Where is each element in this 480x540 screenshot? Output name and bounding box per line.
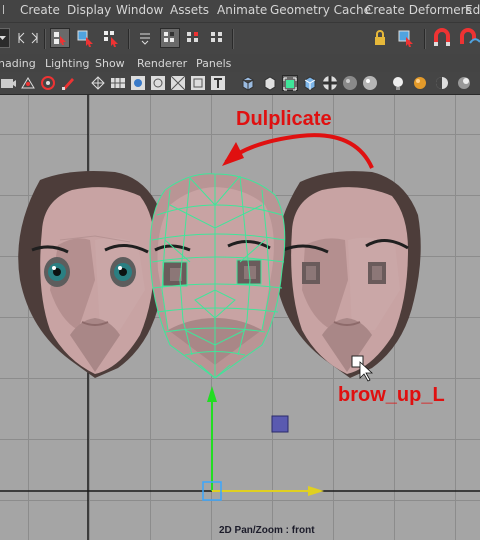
menu-lighting[interactable]: Lighting	[45, 57, 89, 70]
head-left-textured[interactable]	[18, 171, 166, 378]
wireframe-icon[interactable]	[90, 75, 106, 91]
menu-create[interactable]: Create	[20, 3, 60, 17]
snap-to-grid-magnet-icon[interactable]	[432, 28, 452, 48]
main-menu-bar: File Create Display Window Assets Animat…	[0, 0, 480, 22]
sphere-shaded-icon[interactable]	[362, 75, 378, 91]
points-mask-icon[interactable]	[184, 28, 204, 48]
expand-arrow-icon[interactable]	[30, 28, 40, 48]
select-highlight-icon[interactable]	[396, 28, 416, 48]
menu-edit-truncated[interactable]: Edi	[465, 3, 480, 17]
maya-window: File Create Display Window Assets Animat…	[0, 0, 480, 540]
image-plane-icon[interactable]	[60, 75, 76, 91]
lines-mask-icon[interactable]	[208, 28, 228, 48]
select-mask-arrow-icon[interactable]	[136, 28, 156, 48]
menu-assets[interactable]: Assets	[170, 3, 209, 17]
head-center-selected-wireframe[interactable]	[149, 173, 286, 379]
menu-shading[interactable]: hading	[0, 57, 36, 70]
camera-attributes-icon[interactable]	[20, 75, 36, 91]
cube-wireframe-icon[interactable]	[240, 75, 256, 91]
sphere-gray-icon[interactable]	[342, 75, 358, 91]
select-by-object-icon[interactable]	[76, 28, 96, 48]
checker-ball-icon[interactable]	[322, 75, 338, 91]
panel-menu-bar: hading Lighting Show Renderer Panels	[0, 54, 480, 72]
move-manipulator[interactable]	[202, 386, 324, 501]
lights-icon[interactable]	[390, 75, 406, 91]
ambient-occlusion-icon[interactable]	[456, 75, 472, 91]
select-by-component-icon[interactable]	[102, 28, 122, 48]
annotation-brow-label: brow_up_L	[338, 384, 445, 406]
safe-action-icon[interactable]	[170, 75, 186, 91]
isolate-select-icon[interactable]	[282, 75, 298, 91]
menu-create-deformers[interactable]: Create Deformers	[365, 3, 472, 17]
collapse-arrow-icon[interactable]	[16, 28, 26, 48]
duplicate-arrowhead	[222, 142, 244, 166]
shadows-icon[interactable]	[412, 75, 428, 91]
viewport-scene	[0, 95, 480, 540]
bookmark-icon[interactable]	[40, 75, 56, 91]
annotation-duplicate-label: Dulplicate	[236, 108, 332, 130]
resolution-gate-icon[interactable]	[130, 75, 146, 91]
head-right-duplicate[interactable]	[275, 171, 421, 378]
duplicate-arrow	[224, 133, 374, 169]
component-mode-icon[interactable]	[160, 28, 180, 48]
cube-smooth-shade-icon[interactable]	[262, 75, 278, 91]
menu-renderer[interactable]: Renderer	[137, 57, 187, 70]
viewport-camera-label: 2D Pan/Zoom : front	[219, 525, 315, 536]
lock-icon[interactable]	[370, 28, 390, 48]
camera-select-icon[interactable]	[0, 75, 16, 91]
text-icon[interactable]	[210, 75, 226, 91]
field-chart-icon[interactable]	[150, 75, 166, 91]
panel-toolbar	[0, 72, 480, 95]
menu-animate[interactable]: Animate	[217, 3, 267, 17]
pivot-handle[interactable]	[271, 415, 289, 433]
menu-panels[interactable]: Panels	[196, 57, 231, 70]
status-line	[0, 22, 480, 56]
menu-window[interactable]: Window	[116, 3, 163, 17]
menu-show[interactable]: Show	[95, 57, 125, 70]
snap-to-curve-magnet-icon[interactable]	[458, 28, 480, 48]
menu-display[interactable]: Display	[67, 3, 111, 17]
menu-geometry-cache[interactable]: Geometry Cache	[270, 3, 371, 17]
half-sphere-icon[interactable]	[434, 75, 450, 91]
menu-file[interactable]: File	[2, 3, 4, 17]
film-gate-icon[interactable]	[190, 75, 206, 91]
grid-icon[interactable]	[110, 75, 126, 91]
select-by-hierarchy-icon[interactable]	[50, 28, 70, 48]
menu-set-dropdown[interactable]	[0, 28, 10, 48]
front-viewport[interactable]	[0, 95, 480, 540]
cube-textured-icon[interactable]	[302, 75, 318, 91]
